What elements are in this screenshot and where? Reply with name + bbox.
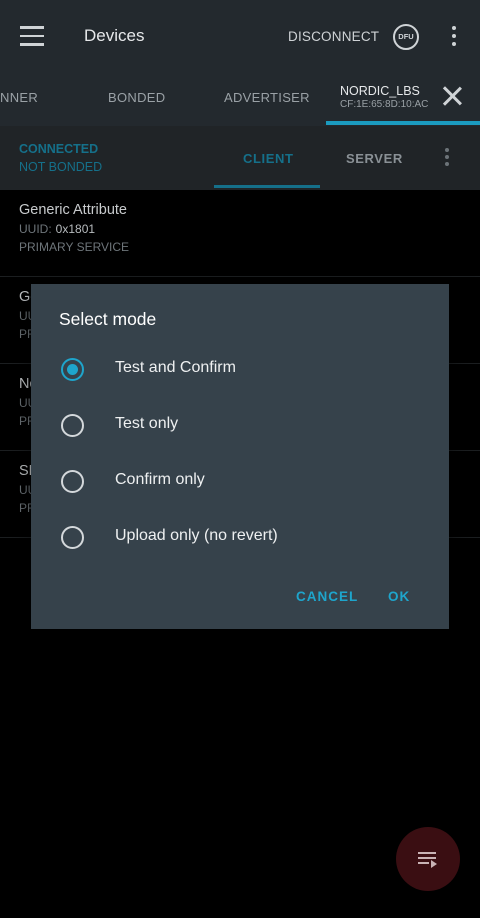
mode-option-test-only[interactable]: Test only	[31, 400, 449, 452]
disconnect-button[interactable]: DISCONNECT	[288, 29, 379, 44]
mode-option-confirm-only[interactable]: Confirm only	[31, 456, 449, 508]
list-item[interactable]: Generic Attribute UUID: 0x1801 PRIMARY SE…	[0, 190, 480, 277]
playlist-play-icon	[418, 852, 438, 868]
overflow-menu-icon[interactable]	[452, 26, 456, 50]
page-title: Devices	[84, 26, 145, 45]
app-bar: Devices DISCONNECT DFU	[0, 0, 480, 72]
ok-button[interactable]: OK	[388, 589, 410, 604]
radio-unselected-icon[interactable]	[61, 470, 84, 493]
radio-unselected-icon[interactable]	[61, 414, 84, 437]
device-tabs: NNER BONDED ADVERTISER NORDIC_LBS CF:1E:…	[0, 72, 480, 126]
tab-server[interactable]: SERVER	[346, 151, 403, 166]
dialog-title: Select mode	[59, 309, 157, 329]
dfu-icon[interactable]: DFU	[393, 24, 419, 50]
bond-status: NOT BONDED	[19, 160, 103, 174]
mode-option-label: Test only	[115, 415, 179, 432]
mode-option-upload-only[interactable]: Upload only (no revert)	[31, 512, 449, 564]
radio-unselected-icon[interactable]	[61, 526, 84, 549]
tab-bonded[interactable]: BONDED	[108, 90, 165, 105]
tab-advertiser[interactable]: ADVERTISER	[224, 90, 310, 105]
menu-icon[interactable]	[20, 26, 44, 46]
mode-option-label: Upload only (no revert)	[115, 527, 278, 544]
select-mode-dialog: Select mode Test and Confirm Test only C…	[31, 284, 449, 629]
more-options-icon[interactable]	[445, 148, 449, 169]
tab-device-name[interactable]: NORDIC_LBS	[340, 84, 420, 98]
tab-client[interactable]: CLIENT	[243, 151, 294, 166]
connection-status: CONNECTED	[19, 142, 99, 156]
connection-bar: CONNECTED NOT BONDED CLIENT SERVER	[0, 126, 480, 190]
radio-selected-icon[interactable]	[61, 358, 84, 381]
mode-option-label: Confirm only	[115, 471, 205, 488]
service-type: PRIMARY SERVICE	[19, 240, 130, 254]
tab-scanner[interactable]: NNER	[0, 90, 38, 105]
close-icon[interactable]	[442, 86, 462, 106]
client-tab-indicator	[214, 185, 320, 188]
service-name: Generic Attribute	[19, 202, 127, 218]
tab-device-address: CF:1E:65:8D:10:AC	[340, 99, 429, 110]
service-uuid: UUID: 0x1801	[19, 222, 96, 236]
log-fab-button[interactable]	[396, 827, 460, 891]
tab-indicator	[326, 121, 480, 125]
cancel-button[interactable]: CANCEL	[296, 589, 358, 604]
mode-option-label: Test and Confirm	[115, 359, 236, 376]
mode-option-test-and-confirm[interactable]: Test and Confirm	[31, 344, 449, 396]
